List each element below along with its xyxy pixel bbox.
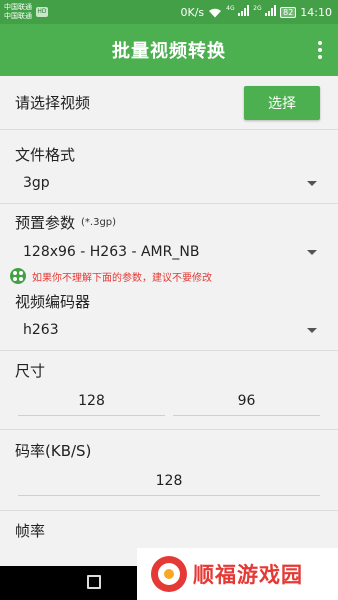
height-input[interactable]: 96	[173, 386, 320, 416]
divider	[0, 203, 338, 204]
select-video-row: 请选择视频 选择	[0, 76, 338, 130]
select-video-label: 请选择视频	[15, 94, 91, 112]
preset-title: 预置参数	[15, 214, 76, 232]
file-format-value: 3gp	[23, 175, 50, 191]
signal-2g: 2G	[253, 5, 277, 19]
divider	[0, 429, 338, 430]
carrier-1: 中国联通	[4, 3, 32, 11]
carrier-info: 中国联通 中国联通 HD	[4, 3, 48, 21]
main-content: 请选择视频 选择 文件格式 3gp 预置参数 (*.3gp) 128x96 - …	[0, 76, 338, 566]
wifi-icon	[209, 8, 222, 17]
warning-icon	[10, 268, 26, 284]
video-encoder-title: 视频编码器	[15, 293, 91, 311]
preset-value: 128x96 - H263 - AMR_NB	[23, 244, 200, 260]
status-bar: 中国联通 中国联通 HD 0K/s 4G 2G 82 14:10	[0, 0, 338, 24]
video-encoder-dropdown[interactable]: h263	[15, 312, 321, 348]
warning-text: 如果你不理解下面的参数，建议不要修改	[32, 272, 212, 284]
signal-bars-icon	[265, 5, 277, 16]
file-format-title: 文件格式	[15, 146, 76, 164]
signal-4g: 4G	[226, 5, 250, 19]
divider	[0, 350, 338, 351]
carrier-2: 中国联通	[4, 12, 32, 20]
dropdown-arrow-icon	[307, 180, 317, 186]
net-4g-label: 4G	[226, 5, 235, 12]
more-options-icon[interactable]	[318, 41, 322, 59]
clock: 14:10	[300, 5, 332, 19]
framerate-title: 帧率	[15, 522, 46, 540]
preset-title-row: 预置参数 (*.3gp)	[15, 212, 116, 233]
bitrate-input[interactable]: 128	[18, 466, 320, 496]
bitrate-title: 码率(KB/S)	[15, 442, 92, 460]
size-title: 尺寸	[15, 362, 46, 380]
dropdown-arrow-icon	[307, 327, 317, 333]
watermark: 顺福游戏园	[137, 548, 338, 600]
status-right: 0K/s 4G 2G 82 14:10	[181, 5, 332, 19]
warning-hint: 如果你不理解下面的参数，建议不要修改	[10, 268, 212, 284]
video-encoder-value: h263	[23, 322, 59, 338]
divider	[0, 510, 338, 511]
page-title: 批量视频转换	[112, 41, 226, 62]
app-toolbar: 批量视频转换	[0, 24, 338, 76]
file-format-dropdown[interactable]: 3gp	[15, 165, 321, 201]
watermark-text: 顺福游戏园	[193, 563, 303, 587]
network-speed: 0K/s	[180, 5, 205, 19]
preset-extension: (*.3gp)	[81, 217, 117, 228]
signal-bars-icon	[238, 5, 250, 16]
dropdown-arrow-icon	[307, 249, 317, 255]
width-input[interactable]: 128	[18, 386, 165, 416]
recent-apps-icon[interactable]	[87, 575, 101, 589]
select-button[interactable]: 选择	[244, 85, 320, 120]
battery-icon: 82	[280, 6, 297, 18]
watermark-logo-icon	[151, 556, 187, 592]
net-2g-label: 2G	[253, 5, 262, 12]
hd-badge: HD	[36, 7, 48, 17]
preset-dropdown[interactable]: 128x96 - H263 - AMR_NB	[15, 234, 321, 270]
